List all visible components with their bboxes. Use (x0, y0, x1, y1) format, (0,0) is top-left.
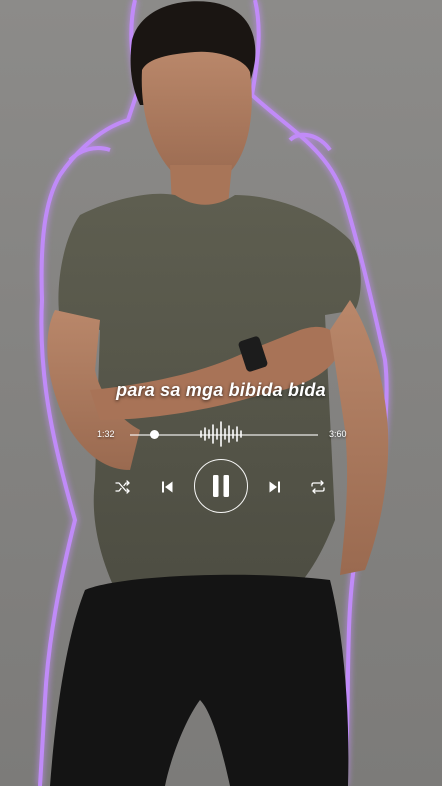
total-time: 3:60 (329, 429, 347, 439)
repeat-button[interactable] (307, 476, 329, 498)
next-icon (269, 481, 280, 493)
shuffle-button[interactable] (112, 476, 134, 498)
repeat-icon (311, 480, 325, 494)
pause-icon-wrap[interactable] (194, 459, 248, 513)
previous-icon (162, 481, 173, 493)
current-time: 1:32 (97, 429, 115, 439)
video-frame: para sa mga bibida bida 1:32 3:60 (0, 0, 442, 786)
progress-knob[interactable] (149, 430, 159, 439)
pause-icon (213, 475, 229, 497)
waveform-icon (200, 421, 242, 447)
next-button[interactable] (264, 476, 286, 498)
lyric-text: para sa mga bibida bida (116, 380, 326, 400)
shuffle-icon (115, 480, 130, 494)
previous-button[interactable] (156, 476, 178, 498)
